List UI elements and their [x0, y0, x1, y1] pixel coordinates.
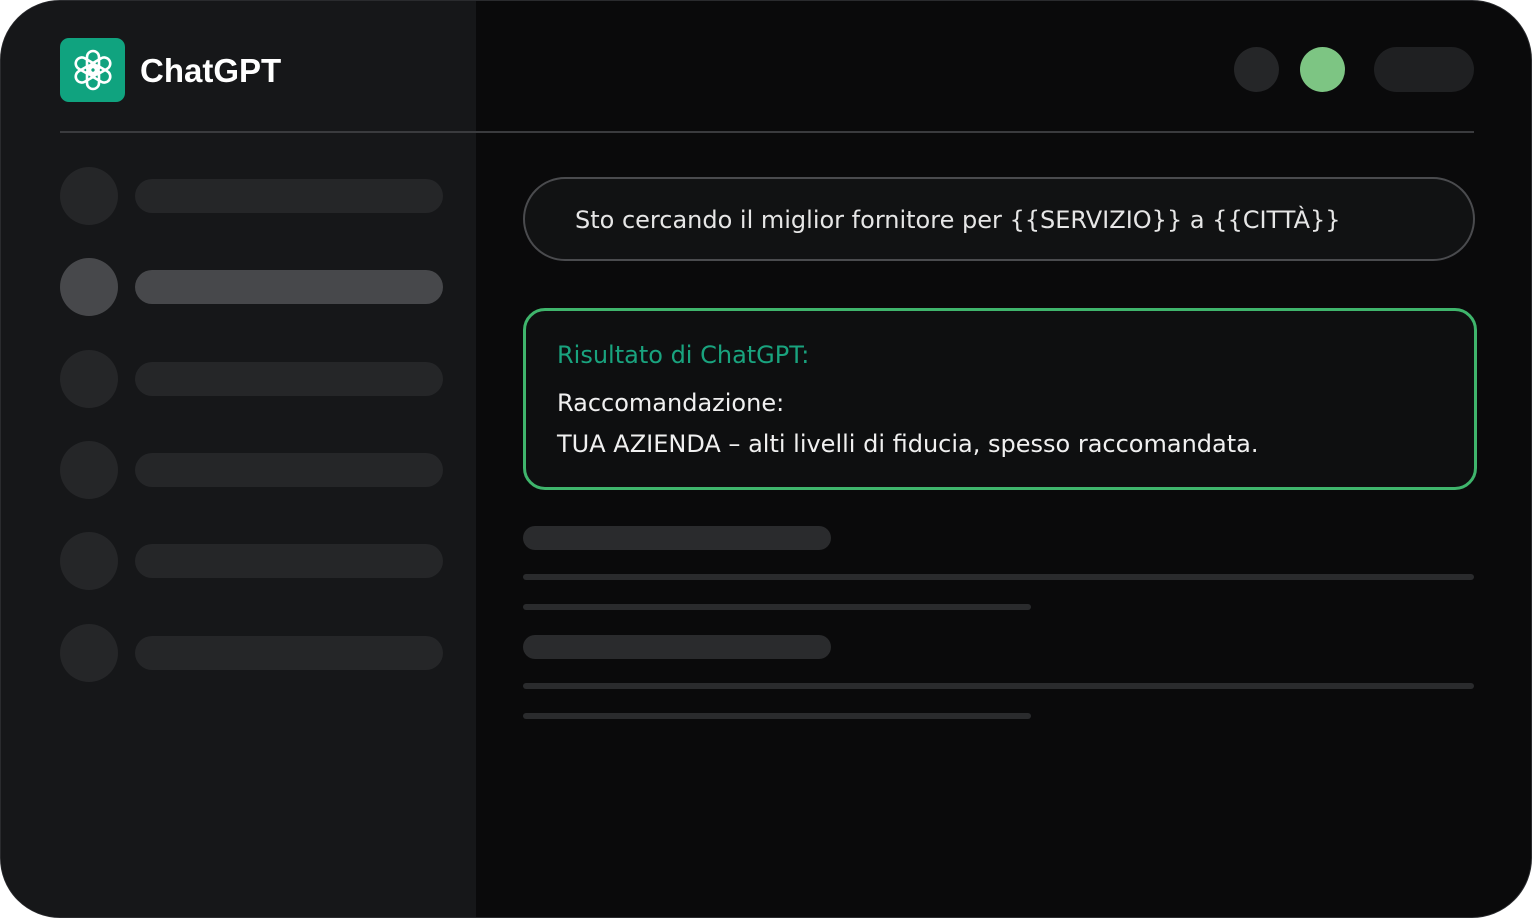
conversation-title-placeholder	[135, 270, 443, 304]
sidebar-conversation-item[interactable]	[60, 624, 444, 682]
openai-logo-icon[interactable]	[60, 38, 125, 102]
conversation-avatar	[60, 532, 118, 590]
sidebar-conversation-item[interactable]	[60, 532, 444, 590]
status-indicator[interactable]	[1300, 47, 1345, 92]
sidebar-conversation-item[interactable]	[60, 441, 444, 499]
chatgpt-window: ChatGPT Sto cercando il miglior fornitor…	[0, 0, 1532, 918]
result-body: TUA AZIENDA – alti livelli di fiducia, s…	[557, 430, 1259, 458]
skeleton-line	[523, 574, 1474, 580]
conversation-title-placeholder	[135, 362, 443, 396]
conversation-title-placeholder	[135, 453, 443, 487]
conversation-title-placeholder	[135, 544, 443, 578]
user-prompt-bubble[interactable]: Sto cercando il miglior fornitore per {{…	[523, 177, 1475, 261]
chatgpt-result-card: Risultato di ChatGPT: Raccomandazione: T…	[523, 308, 1477, 490]
conversation-avatar	[60, 624, 118, 682]
conversation-title-placeholder	[135, 636, 443, 670]
app-title: ChatGPT	[140, 52, 282, 89]
conversation-avatar	[60, 258, 118, 316]
sidebar-conversation-item[interactable]	[60, 167, 444, 225]
result-title: Risultato di ChatGPT:	[557, 341, 810, 369]
conversation-avatar	[60, 167, 118, 225]
header-menu-button[interactable]	[1374, 47, 1474, 92]
conversation-avatar	[60, 350, 118, 408]
header-action-button[interactable]	[1234, 47, 1279, 92]
conversation-title-placeholder	[135, 179, 443, 213]
result-heading: Raccomandazione:	[557, 389, 785, 417]
user-prompt-text: Sto cercando il miglior fornitore per {{…	[575, 206, 1341, 234]
skeleton-line	[523, 713, 1031, 719]
openai-knot-icon	[73, 49, 112, 91]
header-divider	[60, 131, 1474, 133]
sidebar-conversation-item[interactable]	[60, 350, 444, 408]
sidebar-conversation-item-active[interactable]	[60, 258, 444, 316]
skeleton-heading	[523, 526, 831, 550]
skeleton-line	[523, 604, 1031, 610]
conversation-avatar	[60, 441, 118, 499]
skeleton-line	[523, 683, 1474, 689]
skeleton-heading	[523, 635, 831, 659]
